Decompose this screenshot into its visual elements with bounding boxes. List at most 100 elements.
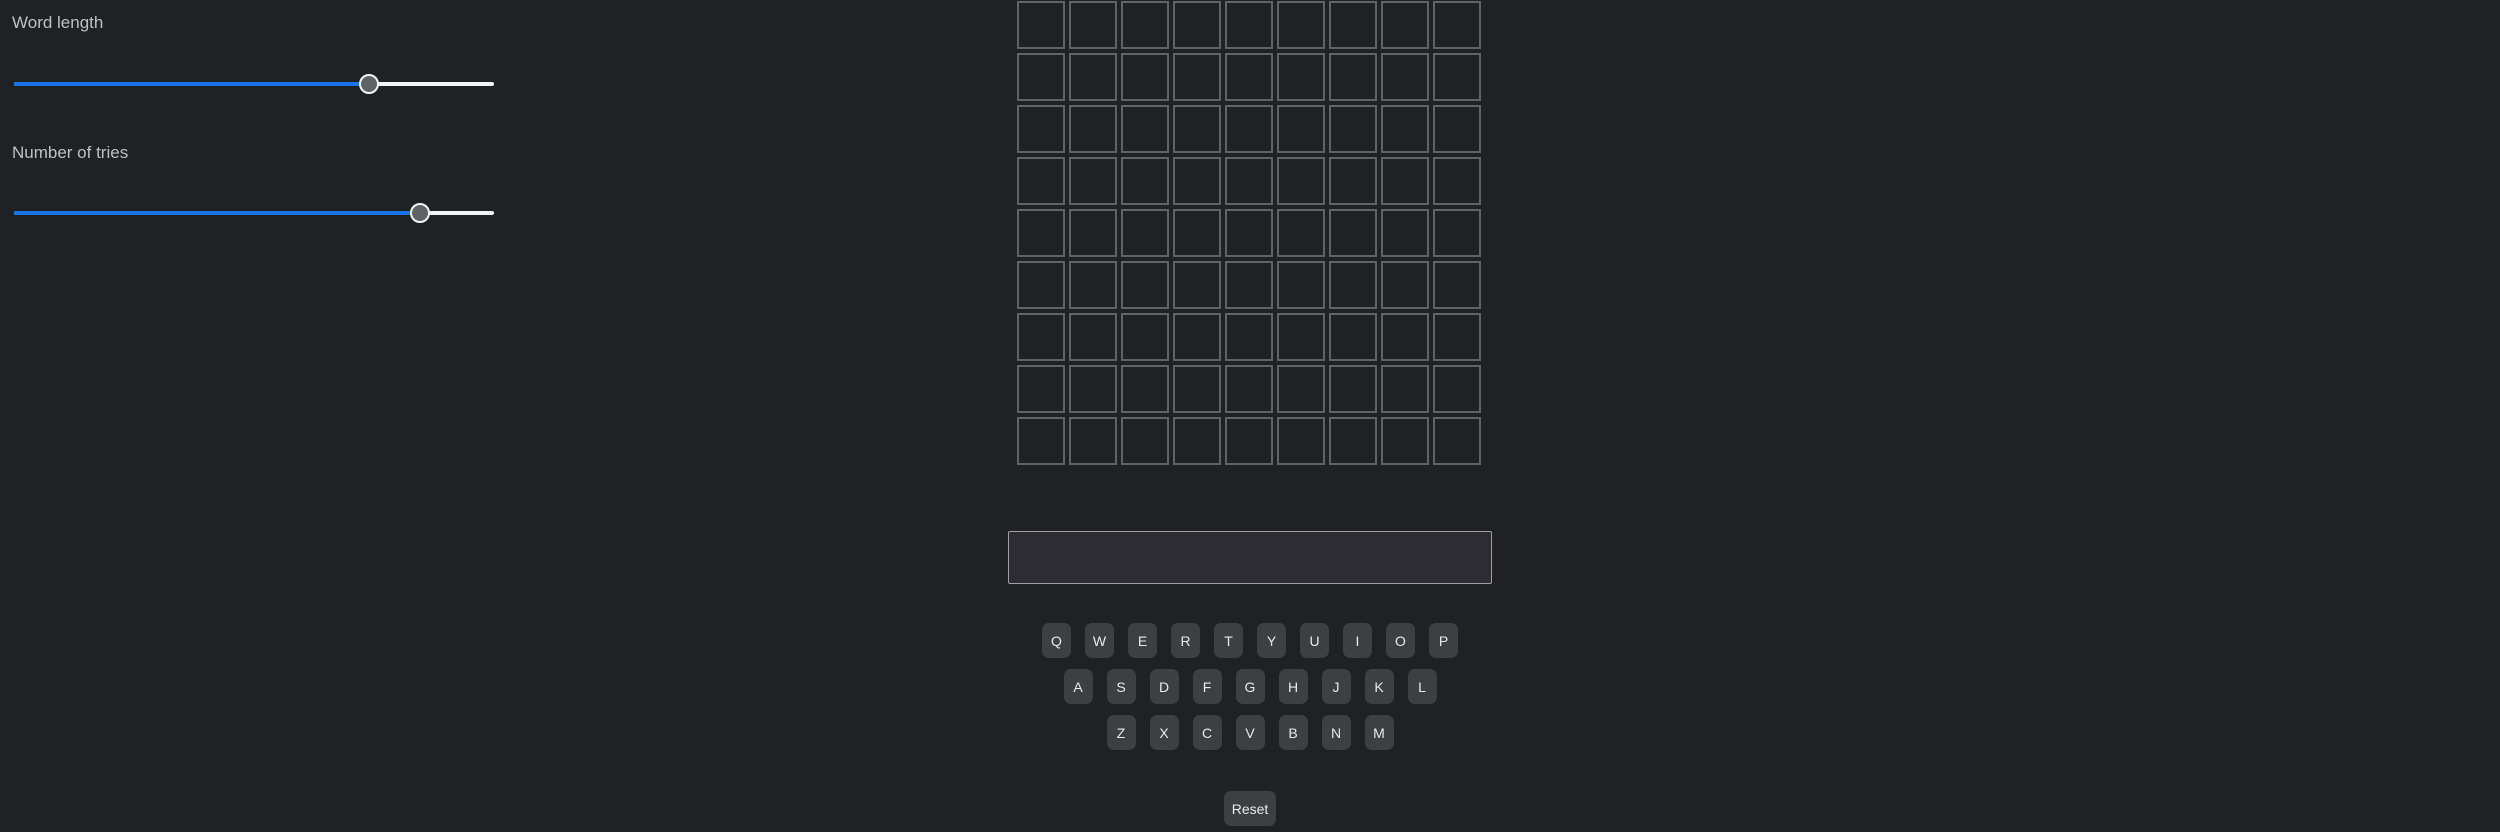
letter-tile: [1173, 209, 1221, 257]
letter-tile: [1225, 53, 1273, 101]
key-h[interactable]: H: [1278, 669, 1308, 704]
letter-tile: [1173, 105, 1221, 153]
key-z[interactable]: Z: [1106, 715, 1136, 750]
letter-tile: [1069, 365, 1117, 413]
letter-tile: [1173, 417, 1221, 465]
letter-tile: [1121, 417, 1169, 465]
key-f[interactable]: F: [1192, 669, 1222, 704]
letter-board: [1017, 1, 1481, 465]
letter-tile: [1017, 105, 1065, 153]
key-e[interactable]: E: [1128, 623, 1157, 658]
letter-tile: [1017, 313, 1065, 361]
tries-label: Number of tries: [12, 143, 129, 162]
key-t[interactable]: T: [1214, 623, 1243, 658]
letter-tile: [1121, 313, 1169, 361]
letter-tile: [1173, 261, 1221, 309]
letter-tile: [1069, 417, 1117, 465]
letter-tile: [1069, 313, 1117, 361]
keyboard-row: ASDFGHJKL: [0, 669, 2500, 704]
key-d[interactable]: D: [1149, 669, 1179, 704]
letter-tile: [1173, 313, 1221, 361]
key-c[interactable]: C: [1192, 715, 1222, 750]
letter-tile: [1329, 261, 1377, 309]
letter-tile: [1329, 365, 1377, 413]
letter-tile: [1017, 1, 1065, 49]
letter-tile: [1433, 157, 1481, 205]
letter-tile: [1433, 313, 1481, 361]
key-i[interactable]: I: [1343, 623, 1372, 658]
key-l[interactable]: L: [1407, 669, 1437, 704]
letter-tile: [1277, 1, 1325, 49]
letter-tile: [1069, 105, 1117, 153]
letter-tile: [1017, 53, 1065, 101]
letter-tile: [1381, 313, 1429, 361]
keyboard-row: QWERTYUIOP: [0, 623, 2500, 658]
key-q[interactable]: Q: [1042, 623, 1071, 658]
letter-tile: [1329, 1, 1377, 49]
letter-tile: [1017, 417, 1065, 465]
letter-tile: [1381, 417, 1429, 465]
letter-tile: [1277, 417, 1325, 465]
letter-tile: [1121, 1, 1169, 49]
letter-tile: [1277, 365, 1325, 413]
reset-button[interactable]: Reset: [1224, 791, 1276, 826]
letter-tile: [1225, 1, 1273, 49]
slider-thumb[interactable]: [409, 203, 430, 223]
letter-tile: [1225, 417, 1273, 465]
word-length-slider[interactable]: [14, 74, 494, 94]
letter-tile: [1381, 105, 1429, 153]
letter-tile: [1173, 1, 1221, 49]
letter-tile: [1121, 261, 1169, 309]
letter-tile: [1277, 105, 1325, 153]
key-u[interactable]: U: [1300, 623, 1329, 658]
letter-tile: [1069, 157, 1117, 205]
letter-tile: [1173, 157, 1221, 205]
letter-tile: [1329, 157, 1377, 205]
letter-tile: [1225, 365, 1273, 413]
letter-tile: [1121, 365, 1169, 413]
letter-tile: [1225, 209, 1273, 257]
letter-tile: [1121, 157, 1169, 205]
letter-tile: [1433, 261, 1481, 309]
tries-slider[interactable]: [14, 203, 494, 223]
key-g[interactable]: G: [1235, 669, 1265, 704]
letter-tile: [1173, 53, 1221, 101]
letter-tile: [1017, 261, 1065, 309]
letter-tile: [1433, 417, 1481, 465]
letter-tile: [1173, 365, 1221, 413]
key-b[interactable]: B: [1278, 715, 1308, 750]
key-s[interactable]: S: [1106, 669, 1136, 704]
letter-tile: [1017, 365, 1065, 413]
letter-tile: [1017, 209, 1065, 257]
letter-tile: [1381, 157, 1429, 205]
key-j[interactable]: J: [1321, 669, 1351, 704]
letter-tile: [1277, 209, 1325, 257]
letter-tile: [1433, 365, 1481, 413]
letter-tile: [1225, 157, 1273, 205]
key-v[interactable]: V: [1235, 715, 1265, 750]
letter-tile: [1277, 261, 1325, 309]
letter-tile: [1381, 1, 1429, 49]
letter-tile: [1329, 53, 1377, 101]
slider-thumb[interactable]: [359, 74, 380, 94]
key-k[interactable]: K: [1364, 669, 1394, 704]
key-y[interactable]: Y: [1257, 623, 1286, 658]
key-r[interactable]: R: [1171, 623, 1200, 658]
letter-tile: [1433, 105, 1481, 153]
guess-input[interactable]: [1008, 531, 1492, 584]
key-w[interactable]: W: [1085, 623, 1114, 658]
key-o[interactable]: O: [1386, 623, 1415, 658]
letter-tile: [1225, 313, 1273, 361]
letter-tile: [1069, 1, 1117, 49]
key-a[interactable]: A: [1063, 669, 1093, 704]
letter-tile: [1121, 209, 1169, 257]
letter-tile: [1381, 261, 1429, 309]
key-p[interactable]: P: [1429, 623, 1458, 658]
letter-tile: [1381, 53, 1429, 101]
key-m[interactable]: M: [1364, 715, 1394, 750]
letter-tile: [1121, 105, 1169, 153]
key-n[interactable]: N: [1321, 715, 1351, 750]
letter-tile: [1017, 157, 1065, 205]
key-x[interactable]: X: [1149, 715, 1179, 750]
letter-tile: [1069, 261, 1117, 309]
